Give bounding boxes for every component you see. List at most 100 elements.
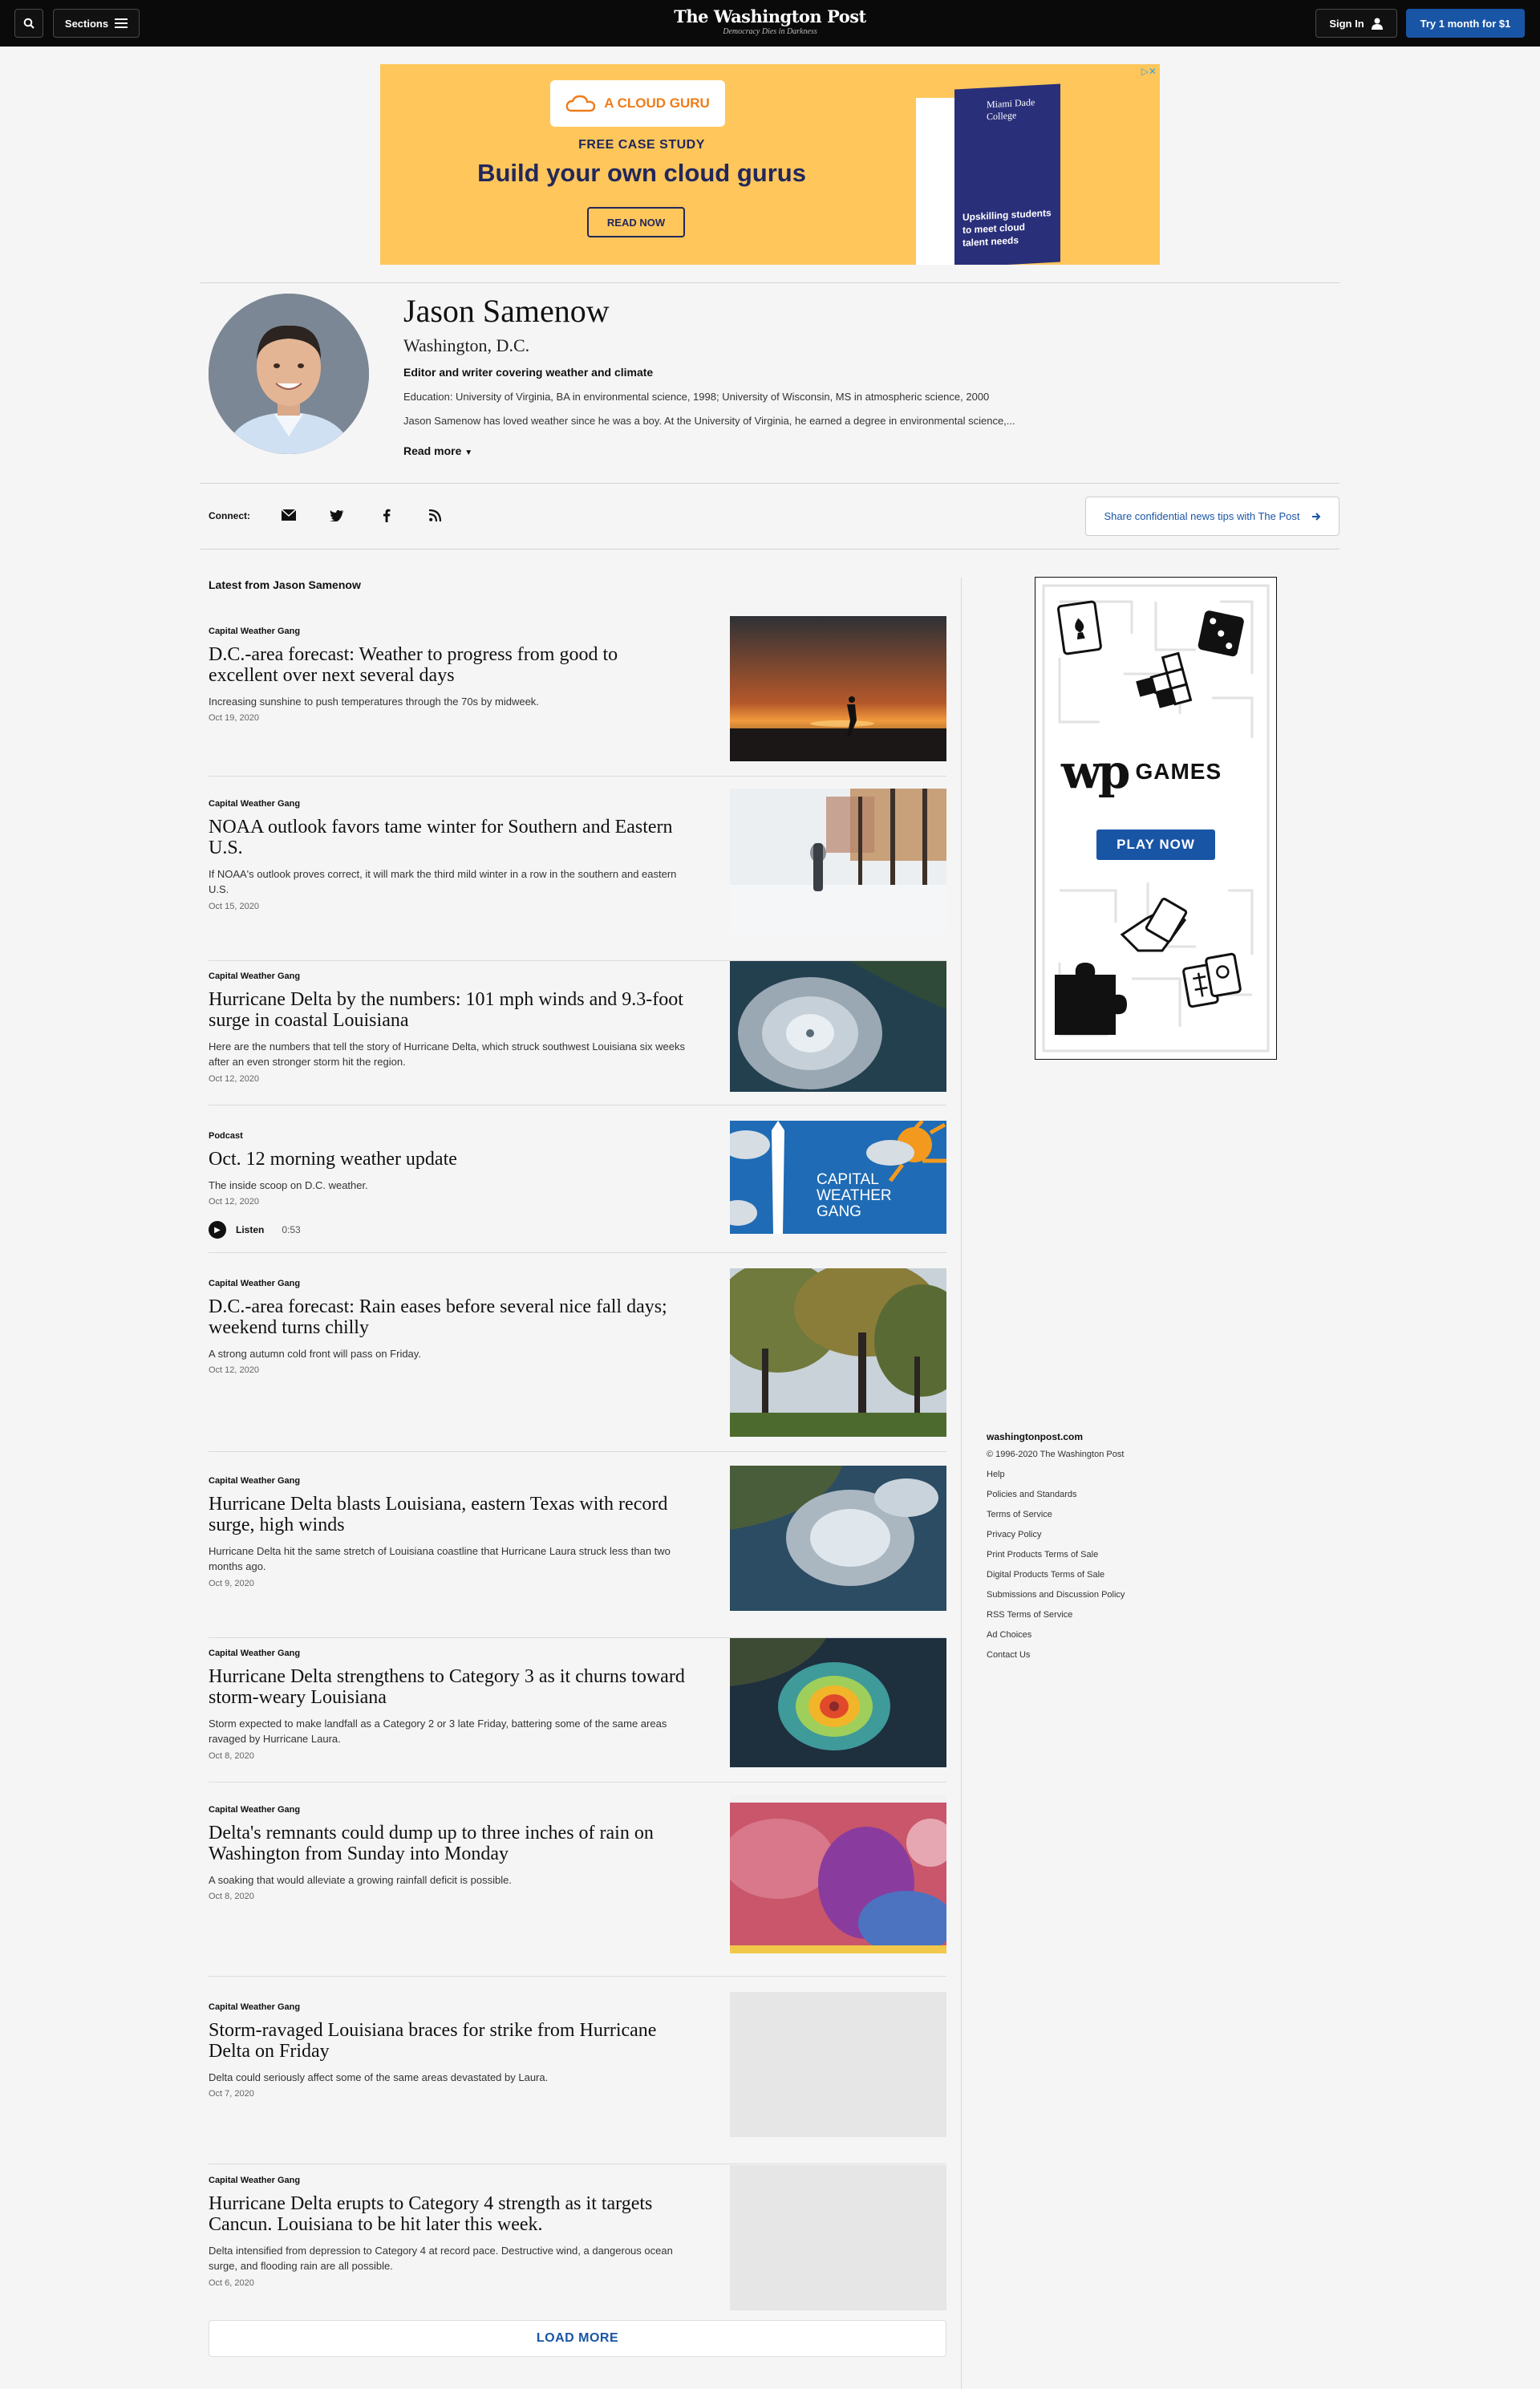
- envelope-icon[interactable]: [279, 505, 298, 525]
- footer-site-name[interactable]: washingtonpost.com: [987, 1431, 1125, 1442]
- sections-label: Sections: [64, 17, 109, 30]
- article-thumbnail[interactable]: [730, 1466, 946, 1611]
- article-thumbnail[interactable]: CAPITAL WEATHER GANG: [730, 1121, 946, 1234]
- article-kicker[interactable]: Capital Weather Gang: [209, 1649, 300, 1658]
- article-thumbnail-placeholder[interactable]: [730, 1992, 946, 2137]
- latest-heading: Latest from Jason Samenow: [209, 578, 361, 591]
- article-blurb: Storm expected to make landfall as a Cat…: [209, 1718, 667, 1745]
- footer-link-contact[interactable]: Contact Us: [987, 1649, 1125, 1669]
- arrow-right-icon: [1311, 512, 1320, 521]
- article-divider: [209, 1252, 946, 1253]
- ad-book-blurb: Upskilling students to meet cloud talent…: [962, 207, 1052, 249]
- article-kicker[interactable]: Capital Weather Gang: [209, 627, 300, 636]
- article-thumbnail[interactable]: [730, 1795, 946, 1953]
- search-icon: [23, 18, 34, 29]
- article-blurb: A soaking that would alleviate a growing…: [209, 1874, 512, 1886]
- sign-in-button[interactable]: Sign In: [1315, 9, 1397, 38]
- article-headline[interactable]: Delta's remnants could dump up to three …: [209, 1823, 690, 1864]
- maze-background: [1042, 584, 1270, 1053]
- ad-kicker: FREE CASE STUDY: [578, 138, 705, 152]
- ad-read-now-button[interactable]: READ NOW: [587, 207, 685, 237]
- article-thumbnail[interactable]: [730, 1638, 946, 1767]
- ad-book-college: Miami Dade College: [987, 96, 1035, 123]
- article-thumbnail[interactable]: [730, 616, 946, 761]
- article-headline[interactable]: D.C.-area forecast: Rain eases before se…: [209, 1296, 690, 1338]
- site-logo[interactable]: The Washington Post Democracy Dies in Da…: [610, 6, 930, 36]
- subscribe-trial-button[interactable]: Try 1 month for $1: [1406, 9, 1525, 38]
- article-thumbnail[interactable]: [730, 1268, 946, 1437]
- article-kicker[interactable]: Capital Weather Gang: [209, 799, 300, 809]
- article-headline[interactable]: NOAA outlook favors tame winter for Sout…: [209, 817, 690, 858]
- footer-link-ad-choices[interactable]: Ad Choices: [987, 1629, 1125, 1649]
- article-headline[interactable]: Hurricane Delta blasts Louisiana, easter…: [209, 1494, 690, 1535]
- top-nav: Sections The Washington Post Democracy D…: [0, 0, 1540, 47]
- listen-label[interactable]: Listen: [236, 1224, 264, 1235]
- article-kicker[interactable]: Capital Weather Gang: [209, 2002, 300, 2012]
- news-tips-button[interactable]: Share confidential news tips with The Po…: [1085, 497, 1339, 536]
- ad-headline: Build your own cloud gurus: [477, 159, 806, 187]
- article-kicker[interactable]: Capital Weather Gang: [209, 1476, 300, 1486]
- play-now-button[interactable]: PLAY NOW: [1096, 829, 1215, 860]
- games-brand-mark: wp: [1061, 744, 1131, 799]
- article-date: Oct 8, 2020: [209, 1751, 254, 1761]
- article-kicker[interactable]: Capital Weather Gang: [209, 1279, 300, 1288]
- author-location: Washington, D.C.: [403, 335, 530, 355]
- article-date: Oct 8, 2020: [209, 1892, 254, 1901]
- header-divider: [201, 282, 1339, 283]
- article-thumbnail[interactable]: [730, 789, 946, 934]
- user-icon: [1371, 18, 1383, 30]
- footer-link-rss-terms[interactable]: RSS Terms of Service: [987, 1609, 1125, 1629]
- article-blurb: Delta could seriously affect some of the…: [209, 2071, 549, 2083]
- article-date: Oct 15, 2020: [209, 902, 259, 911]
- rss-icon[interactable]: [425, 505, 444, 525]
- news-tips-label: Share confidential news tips with The Po…: [1104, 510, 1300, 522]
- podcast-duration: 0:53: [282, 1224, 301, 1235]
- article-divider: [209, 1782, 946, 1783]
- games-logo: wp GAMES: [1061, 744, 1222, 799]
- caret-down-icon: ▼: [464, 448, 473, 457]
- article-blurb: The inside scoop on D.C. weather.: [209, 1179, 368, 1191]
- article-date: Oct 12, 2020: [209, 1074, 259, 1084]
- twitter-icon[interactable]: [327, 505, 346, 525]
- article-date: Oct 9, 2020: [209, 1579, 254, 1588]
- connect-bottom-divider: [201, 549, 1339, 550]
- load-more-button[interactable]: LOAD MORE: [209, 2320, 946, 2357]
- footer-link-submissions[interactable]: Submissions and Discussion Policy: [987, 1589, 1125, 1609]
- footer-copyright: © 1996-2020 The Washington Post: [987, 1450, 1125, 1459]
- play-icon[interactable]: ▶: [209, 1221, 226, 1239]
- ad-choices-icon[interactable]: ▷✕: [1141, 66, 1157, 77]
- article-date: Oct 6, 2020: [209, 2278, 254, 2288]
- article-thumbnail[interactable]: [730, 961, 946, 1092]
- search-button[interactable]: [14, 9, 43, 38]
- article-blurb: Here are the numbers that tell the story…: [209, 1040, 685, 1068]
- footer-link-help[interactable]: Help: [987, 1469, 1125, 1489]
- footer-link-privacy[interactable]: Privacy Policy: [987, 1529, 1125, 1549]
- article-divider: [209, 1976, 946, 1977]
- footer-link-policies[interactable]: Policies and Standards: [987, 1489, 1125, 1509]
- article-kicker[interactable]: Capital Weather Gang: [209, 971, 300, 981]
- article-headline[interactable]: Hurricane Delta by the numbers: 101 mph …: [209, 989, 690, 1031]
- podcast-listen-control[interactable]: ▶ Listen 0:53: [209, 1221, 301, 1239]
- footer-link-digital-terms[interactable]: Digital Products Terms of Sale: [987, 1569, 1125, 1589]
- article-kicker[interactable]: Podcast: [209, 1131, 243, 1141]
- article-kicker[interactable]: Capital Weather Gang: [209, 2176, 300, 2185]
- article-headline[interactable]: Oct. 12 morning weather update: [209, 1149, 690, 1170]
- footer-link-terms[interactable]: Terms of Service: [987, 1509, 1125, 1529]
- read-more-button[interactable]: Read more ▼: [403, 444, 472, 457]
- article-headline[interactable]: D.C.-area forecast: Weather to progress …: [209, 644, 690, 686]
- connect-top-divider: [201, 483, 1339, 484]
- article-blurb: If NOAA's outlook proves correct, it wil…: [209, 868, 677, 895]
- games-advertisement[interactable]: wp GAMES PLAY NOW: [1035, 577, 1277, 1060]
- advertisement-banner[interactable]: A CLOUD GURU FREE CASE STUDY Build your …: [380, 64, 1160, 265]
- article-kicker[interactable]: Capital Weather Gang: [209, 1805, 300, 1815]
- article-blurb: Delta intensified from depression to Cat…: [209, 2245, 673, 2272]
- article-thumbnail-placeholder[interactable]: [730, 2165, 946, 2310]
- footer-link-print-terms[interactable]: Print Products Terms of Sale: [987, 1549, 1125, 1569]
- article-date: Oct 19, 2020: [209, 713, 259, 723]
- article-headline[interactable]: Hurricane Delta strengthens to Category …: [209, 1666, 690, 1708]
- hamburger-icon: [115, 18, 128, 28]
- article-headline[interactable]: Storm-ravaged Louisiana braces for strik…: [209, 2020, 690, 2062]
- article-headline[interactable]: Hurricane Delta erupts to Category 4 str…: [209, 2193, 690, 2235]
- facebook-icon[interactable]: [377, 505, 396, 525]
- sections-button[interactable]: Sections: [53, 9, 140, 38]
